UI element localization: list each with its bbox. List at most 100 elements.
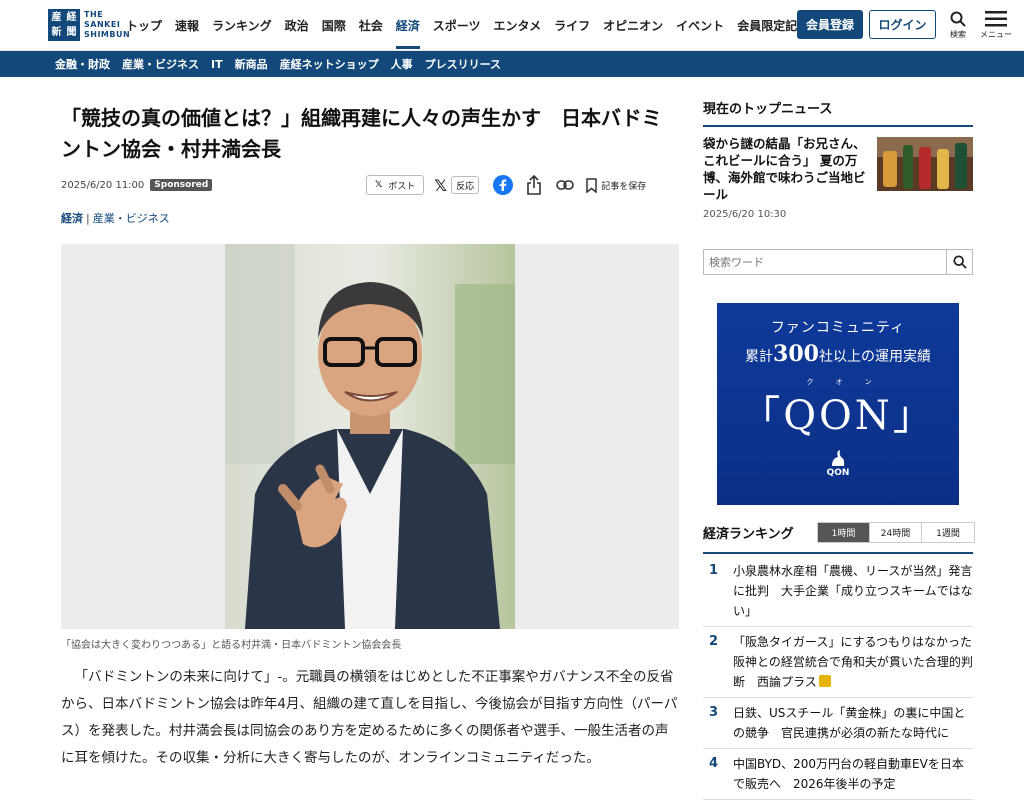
ranking-title[interactable]: 日鉄、USスチール「黄金株」の裏に中国との競争 官民連携が必須の新たな時代に — [733, 703, 973, 743]
ranking-tabs: 1時間 24時間 1週間 — [817, 522, 975, 543]
logo-text: THE SANKEI SHIMBUN — [84, 10, 130, 40]
ranking-item[interactable]: 2 「阪急タイガース」にするつもりはなかった 阪神との経営統合で角和夫が貫いた合… — [703, 627, 984, 698]
search-icon — [952, 255, 967, 269]
logo-text-line: SHIMBUN — [84, 30, 131, 39]
ranking-number: 1 — [709, 563, 719, 578]
site-logo[interactable]: 産 経 新 聞 THE SANKEI SHIMBUN — [48, 9, 130, 41]
save-article-button[interactable]: 記事を保存 — [586, 177, 647, 193]
article-photo-frame — [61, 244, 679, 629]
x-logo-icon: 𝕏 — [375, 180, 383, 190]
ad-line2-pre: 累計 — [745, 349, 774, 365]
category-separator: | — [86, 212, 90, 225]
article-title: 「競技の真の価値とは？」組織再建に人々の声生かす 日本バドミントン協会・村井満会… — [61, 106, 662, 161]
tab-1week[interactable]: 1週間 — [922, 523, 974, 542]
nav-item-event[interactable]: イベント — [676, 17, 724, 34]
save-label: 記事を保存 — [601, 181, 647, 192]
nav-item-top[interactable]: トップ — [126, 17, 162, 34]
ranking-number: 4 — [709, 756, 719, 771]
category-link-economy[interactable]: 経済 — [61, 212, 83, 225]
facebook-icon — [493, 175, 514, 195]
category-breadcrumb: 経済 | 産業・ビジネス — [61, 210, 170, 226]
login-button[interactable]: ログイン — [869, 10, 936, 39]
link-icon — [556, 180, 574, 190]
subnav-item-new-products[interactable]: 新商品 — [235, 56, 268, 72]
ad-brand: 「QON」 — [740, 393, 936, 439]
category-link-industry[interactable]: 産業・ビジネス — [93, 212, 170, 225]
nav-item-life[interactable]: ライフ — [554, 17, 590, 34]
sponsored-badge: Sponsored — [150, 179, 213, 191]
nav-item-breaking[interactable]: 速報 — [175, 17, 199, 34]
x-post-button[interactable]: 𝕏 ポスト — [366, 175, 425, 195]
article-date: 2025/6/20 11:00 — [61, 179, 145, 191]
ranking-title[interactable]: 中国BYD、200万円台の軽自動車EVを日本で販売へ 2026年後半の予定 — [733, 754, 973, 794]
ranking-title[interactable]: 「阪急タイガース」にするつもりはなかった 阪神との経営統合で角和夫が貫いた合理的… — [733, 635, 984, 689]
ad-line1: ファンコミュニティ — [770, 320, 906, 336]
ad-line2-num: 300 — [773, 341, 819, 367]
subnav-item-industry[interactable]: 産業・ビジネス — [122, 56, 199, 72]
subnav-item-shop[interactable]: 産経ネットショップ — [280, 56, 379, 72]
nav-item-entertainment[interactable]: エンタメ — [494, 17, 542, 34]
header-menu-button[interactable]: メニュー — [980, 11, 1012, 40]
nav-item-opinion[interactable]: オピニオン — [603, 17, 663, 34]
nav-item-economy[interactable]: 経済 — [395, 2, 420, 49]
ranking-number: 2 — [709, 634, 719, 649]
qon-ad-banner[interactable]: ファンコミュニティ 累計300社以上の運用実績 クオン 「QON」 QON — [717, 303, 959, 505]
nav-item-society[interactable]: 社会 — [359, 17, 383, 34]
ranking-title-wrap[interactable]: 「阪急タイガース」にするつもりはなかった 阪神との経営統合で角和夫が貫いた合理的… — [733, 632, 984, 692]
ranking-heading: 経済ランキング — [703, 527, 794, 542]
bookmark-icon — [586, 177, 597, 193]
register-button[interactable]: 会員登録 — [797, 10, 863, 39]
ad-line2: 累計300社以上の運用実績 — [717, 341, 959, 367]
x-post-label: ポスト — [388, 181, 416, 192]
logo-text-line: SANKEI — [84, 20, 121, 29]
share-button[interactable] — [526, 175, 542, 195]
nav-item-sports[interactable]: スポーツ — [433, 17, 481, 34]
nav-item-politics[interactable]: 政治 — [285, 17, 309, 34]
subnav-item-personnel[interactable]: 人事 — [391, 56, 413, 72]
copy-link-button[interactable] — [556, 179, 574, 191]
site-search — [703, 249, 973, 275]
photo-caption: 「協会は大きく変わりつつある」と語る村井満・日本バドミントン協会会長 — [61, 640, 402, 651]
top-news-thumbnail[interactable] — [877, 137, 973, 191]
subnav-item-press-release[interactable]: プレスリリース — [425, 56, 501, 72]
ranking-list: 1 小泉農林水産相「農機、リースが当然」発言に批判 大手企業「成り立つスキームで… — [703, 556, 984, 800]
logo-char: 産 — [51, 12, 62, 23]
logo-text-line: THE — [84, 10, 104, 19]
top-news-item[interactable]: 袋から謎の結晶「お兄さん、これビールに合う」 夏の万博、海外館で味わうご当地ビー… — [703, 135, 973, 220]
subnav-item-finance[interactable]: 金融・財政 — [55, 56, 110, 72]
article-body: 「バドミントンの未来に向けて」-。元職員の横領をはじめとした不正事案やガバナンス… — [61, 669, 678, 766]
sub-nav: 金融・財政 産業・ビジネス IT 新商品 産経ネットショップ 人事 プレスリリー… — [0, 51, 1024, 77]
header-search-button[interactable]: 検索 — [942, 11, 974, 40]
ranking-item[interactable]: 1 小泉農林水産相「農機、リースが当然」発言に批判 大手企業「成り立つスキームで… — [703, 556, 973, 627]
share-icon — [527, 175, 541, 195]
search-submit-button[interactable] — [946, 250, 972, 274]
lock-icon — [818, 675, 831, 687]
search-icon — [950, 11, 966, 27]
tab-1hour[interactable]: 1時間 — [818, 523, 870, 542]
menu-icon — [985, 11, 1007, 27]
logo-char: 経 — [66, 12, 77, 23]
tab-24hours[interactable]: 24時間 — [870, 523, 922, 542]
ad-brand-logo: QON — [717, 449, 959, 478]
x-reaction-label: 反応 — [451, 176, 480, 194]
article-meta: 2025/6/20 11:00 Sponsored — [61, 179, 213, 191]
x-reaction-button[interactable]: 𝕏 反応 — [434, 175, 480, 195]
ranking-item[interactable]: 4 中国BYD、200万円台の軽自動車EVを日本で販売へ 2026年後半の予定 — [703, 749, 973, 800]
logo-char: 聞 — [66, 27, 77, 38]
logo-mark: 産 経 新 聞 — [48, 9, 80, 41]
search-input[interactable] — [704, 250, 946, 274]
ranking-header: 経済ランキング 1時間 24時間 1週間 — [703, 520, 975, 554]
nav-item-international[interactable]: 国際 — [322, 17, 346, 34]
subnav-item-it[interactable]: IT — [211, 58, 223, 71]
ad-line2-post: 社以上の運用実績 — [818, 349, 931, 365]
nav-item-ranking[interactable]: ランキング — [212, 17, 272, 34]
share-bar: 𝕏 ポスト 𝕏 反応 記事を保存 — [366, 174, 646, 196]
ad-brand-small: QON — [826, 468, 850, 478]
top-news-title[interactable]: 袋から謎の結晶「お兄さん、これビールに合う」 夏の万博、海外館で味わうご当地ビー… — [703, 135, 871, 203]
global-nav: トップ 速報 ランキング 政治 国際 社会 経済 スポーツ エンタメ ライフ オ… — [126, 0, 822, 50]
ranking-item[interactable]: 3 日鉄、USスチール「黄金株」の裏に中国との競争 官民連携が必須の新たな時代に — [703, 698, 973, 749]
ranking-title[interactable]: 小泉農林水産相「農機、リースが当然」発言に批判 大手企業「成り立つスキームではな… — [733, 561, 973, 621]
x-logo-icon: 𝕏 — [434, 175, 448, 195]
facebook-share-button[interactable] — [493, 175, 514, 195]
site-header: 産 経 新 聞 THE SANKEI SHIMBUN トップ 速報 ランキング … — [0, 0, 1024, 51]
